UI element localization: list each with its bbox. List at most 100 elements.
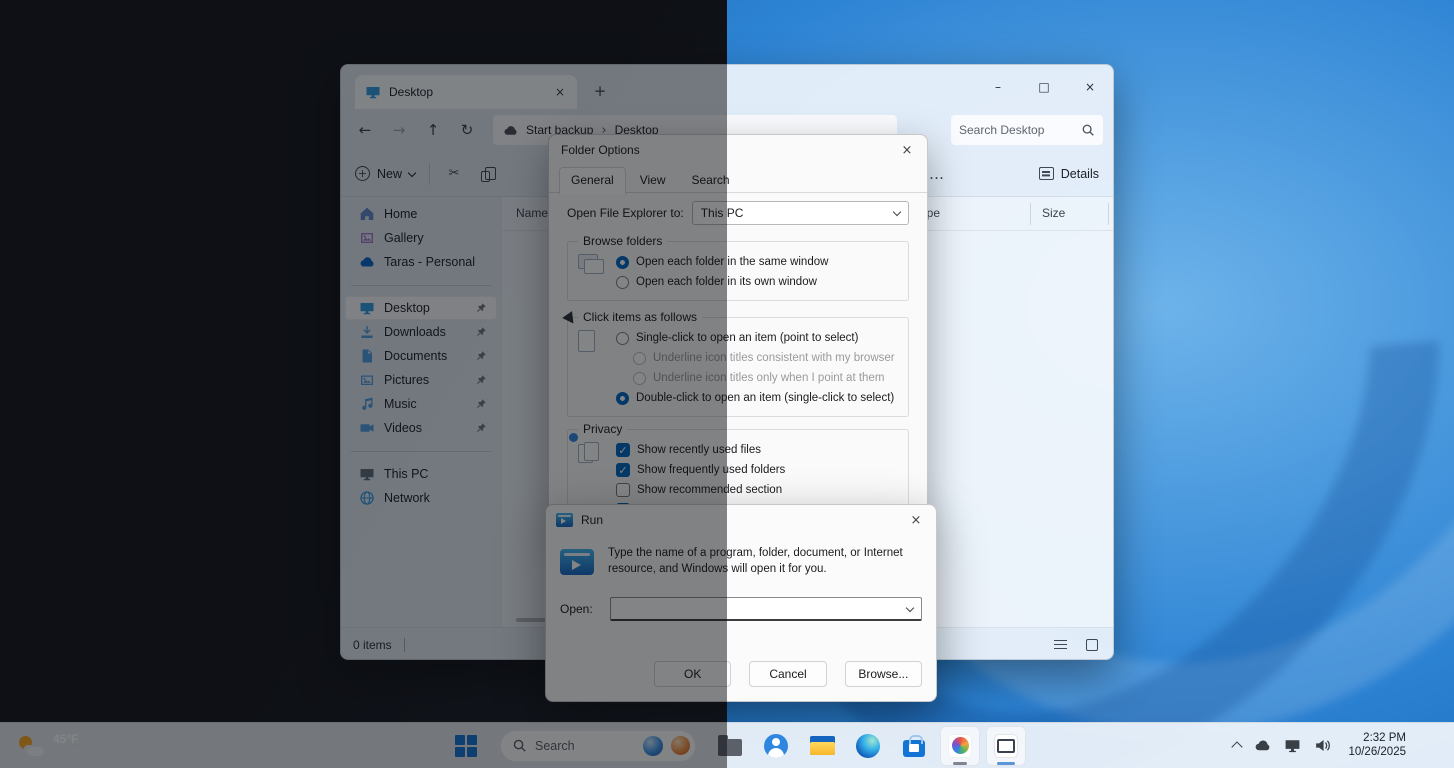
browse-button[interactable]: Browse... — [845, 661, 922, 687]
explorer-tab-desktop[interactable]: Desktop × — [355, 75, 577, 109]
checkbox-show-recommended[interactable]: Show recommended section — [616, 480, 900, 500]
checkbox-icon — [616, 483, 630, 497]
new-button[interactable]: + New — [355, 166, 415, 181]
new-button-label: New — [377, 167, 402, 181]
radio-underline-point[interactable]: Underline icon titles only when I point … — [633, 368, 900, 388]
explorer-search-box[interactable]: Search Desktop — [951, 115, 1103, 145]
radio-icon — [633, 352, 646, 365]
tab-title: Desktop — [389, 85, 543, 99]
bing-daily-icon[interactable] — [643, 736, 663, 756]
sidebar-item-this-pc[interactable]: This PC — [345, 462, 497, 486]
forward-button[interactable]: → — [383, 114, 415, 146]
tray-overflow-chevron-icon[interactable] — [1232, 741, 1243, 752]
taskbar-app-active-window[interactable] — [986, 726, 1026, 766]
edge-icon — [856, 734, 880, 758]
radio-underline-consistent[interactable]: Underline icon titles consistent with my… — [633, 348, 900, 368]
radio-double-click[interactable]: Double-click to open an item (single-cli… — [616, 388, 900, 408]
taskbar-app-people[interactable] — [756, 726, 796, 766]
desktop-screen: Desktop × + – □ × ← → ↑ ↻ Start backup ›… — [0, 0, 1454, 768]
run-dialog: Run × Type the name of a program, folder… — [545, 504, 937, 702]
documents-icon — [359, 348, 375, 364]
sidebar-separator — [341, 274, 501, 296]
dialog-title: Folder Options — [561, 143, 640, 157]
sidebar-item-onedrive[interactable]: Taras - Personal — [345, 250, 497, 274]
checkbox-show-frequent-folders[interactable]: Show frequently used folders — [616, 460, 900, 480]
column-size[interactable]: Size — [1042, 206, 1065, 220]
details-pane-button[interactable]: Details — [1039, 167, 1099, 181]
tab-search[interactable]: Search — [680, 167, 742, 193]
taskbar-app-store[interactable] — [894, 726, 934, 766]
radio-icon — [616, 332, 629, 345]
plus-icon: + — [355, 166, 370, 181]
dialog-title: Run — [581, 513, 603, 527]
run-icon — [556, 513, 573, 527]
run-open-input[interactable] — [610, 597, 922, 621]
start-button[interactable] — [446, 726, 486, 766]
close-icon[interactable]: × — [887, 135, 927, 165]
volume-icon[interactable] — [1314, 737, 1331, 754]
radio-open-own-window[interactable]: Open each folder in its own window — [616, 272, 900, 292]
maximize-button[interactable]: □ — [1021, 65, 1067, 109]
checkbox-icon — [616, 443, 630, 457]
folder-icon — [718, 739, 742, 756]
videos-icon — [359, 420, 375, 436]
sidebar-item-videos[interactable]: Videos — [345, 416, 497, 440]
click-items-group: Click items as follows Single-click to o… — [567, 317, 909, 417]
sidebar-item-desktop[interactable]: Desktop — [345, 296, 497, 320]
sidebar-item-pictures[interactable]: Pictures — [345, 368, 497, 392]
column-name[interactable]: Name — [516, 206, 548, 220]
sidebar-item-music[interactable]: Music — [345, 392, 497, 416]
copilot-icon[interactable] — [671, 736, 690, 755]
status-divider — [404, 638, 405, 652]
person-icon — [764, 734, 788, 758]
column-divider[interactable] — [1108, 203, 1109, 225]
new-tab-button[interactable]: + — [589, 80, 611, 102]
tab-view[interactable]: View — [628, 167, 678, 193]
tab-general[interactable]: General — [559, 167, 626, 194]
sidebar-separator — [341, 440, 501, 462]
pin-icon — [475, 302, 487, 314]
pin-icon — [475, 398, 487, 410]
back-button[interactable]: ← — [349, 114, 381, 146]
taskbar-app-edge[interactable] — [848, 726, 888, 766]
taskbar-app-file-explorer[interactable] — [802, 726, 842, 766]
sidebar-item-documents[interactable]: Documents — [345, 344, 497, 368]
sidebar-item-downloads[interactable]: Downloads — [345, 320, 497, 344]
copy-icon[interactable] — [478, 164, 498, 184]
cut-icon[interactable]: ✂ — [444, 164, 464, 184]
up-button[interactable]: ↑ — [417, 114, 449, 146]
chevron-down-icon — [893, 208, 901, 216]
close-button[interactable]: × — [1067, 65, 1113, 109]
more-options-icon[interactable]: … — [929, 165, 945, 183]
radio-open-same-window[interactable]: Open each folder in the same window — [616, 252, 900, 272]
tab-close-icon[interactable]: × — [551, 83, 569, 101]
weather-widget[interactable]: 45°F Windy — [10, 723, 92, 768]
checkbox-icon — [616, 463, 630, 477]
open-to-select[interactable]: This PC — [692, 201, 909, 225]
sidebar-item-home[interactable]: Home — [345, 202, 497, 226]
taskbar-app-folder[interactable] — [710, 726, 750, 766]
display-tray-icon[interactable] — [1284, 737, 1301, 754]
sidebar-item-gallery[interactable]: Gallery — [345, 226, 497, 250]
search-icon — [512, 738, 527, 753]
downloads-icon — [359, 324, 375, 340]
cancel-button[interactable]: Cancel — [749, 661, 826, 687]
search-icon — [1081, 123, 1095, 137]
toolbar-divider — [429, 163, 430, 185]
radio-single-click[interactable]: Single-click to open an item (point to s… — [616, 328, 900, 348]
ok-button[interactable]: OK — [654, 661, 731, 687]
clock-time: 2:32 PM — [1363, 732, 1406, 746]
list-view-icon[interactable] — [1051, 636, 1069, 654]
sidebar-item-network[interactable]: Network — [345, 486, 497, 510]
onedrive-icon — [359, 254, 375, 270]
onedrive-tray-icon[interactable] — [1254, 737, 1271, 754]
column-divider[interactable] — [1030, 203, 1031, 225]
minimize-button[interactable]: – — [975, 65, 1021, 109]
close-icon[interactable]: × — [896, 505, 936, 535]
taskbar-app-photos[interactable] — [940, 726, 980, 766]
thumbnail-view-icon[interactable] — [1083, 636, 1101, 654]
refresh-button[interactable]: ↻ — [451, 114, 483, 146]
taskbar-search[interactable]: Search — [500, 730, 696, 762]
clock[interactable]: 2:32 PM 10/26/2025 — [1348, 732, 1406, 759]
checkbox-show-recent-files[interactable]: Show recently used files — [616, 440, 900, 460]
